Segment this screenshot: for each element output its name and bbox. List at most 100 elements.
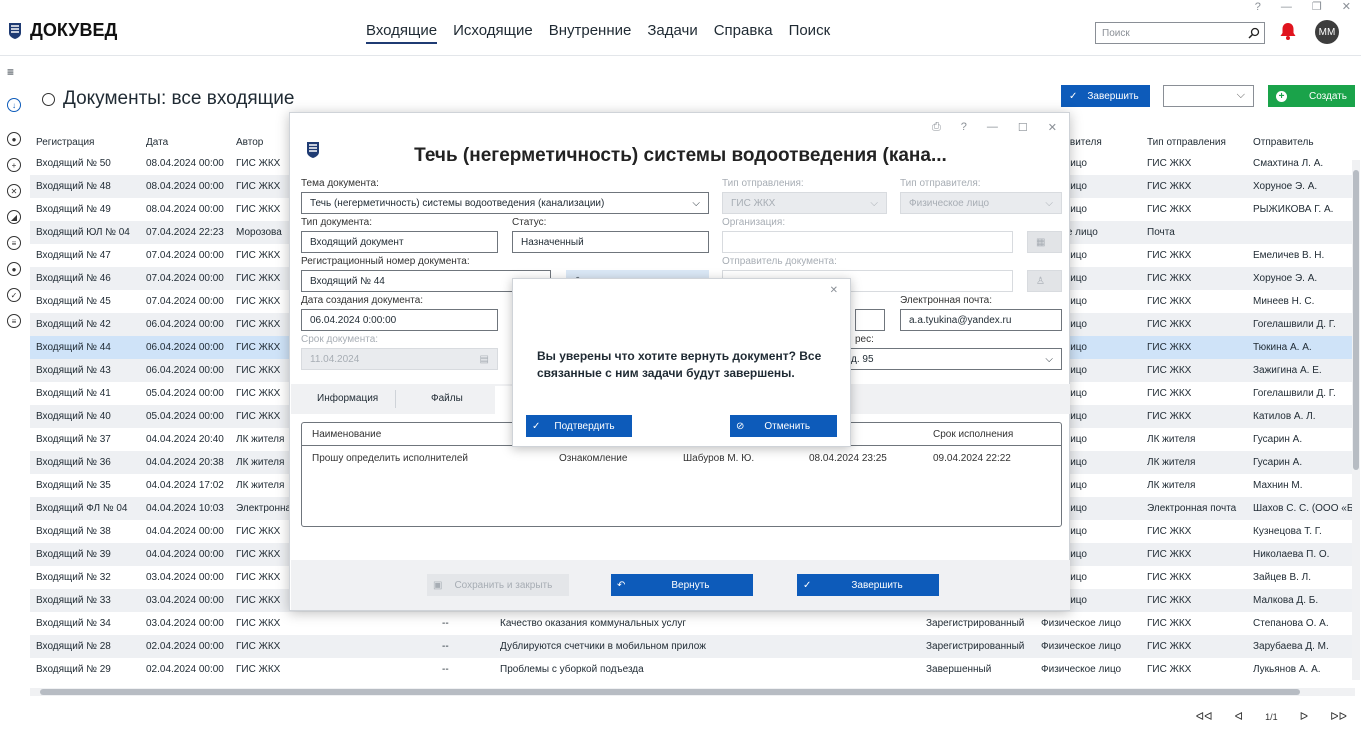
confirm-ok-button[interactable]: ✓ Подтвердить: [526, 415, 632, 437]
next-page-button[interactable]: ᐅ: [1300, 710, 1308, 723]
table-cell: Входящий № 48: [30, 175, 140, 198]
table-cell: Зарегистрированный: [926, 618, 1025, 629]
sidebar-incoming-icon[interactable]: ↓: [7, 98, 21, 112]
close-window-button[interactable]: ✕: [1342, 0, 1351, 14]
tab-files[interactable]: Файлы: [431, 393, 463, 404]
table-cell: ГИС ЖКХ: [1141, 589, 1247, 612]
horizontal-scroll-thumb[interactable]: [40, 689, 1300, 695]
restore-button[interactable]: ❐: [1312, 0, 1322, 14]
nav-incoming[interactable]: Входящие: [366, 22, 438, 44]
check-icon: ✓: [803, 579, 812, 591]
first-page-button[interactable]: ᐊᐊ: [1196, 710, 1213, 723]
nav-tasks[interactable]: Задачи: [647, 22, 697, 44]
table-cell: ГИС ЖКХ: [1147, 618, 1192, 629]
undo-icon: ↶: [617, 579, 626, 591]
nav-help[interactable]: Справка: [714, 22, 773, 44]
table-cell: Входящий № 43: [30, 359, 140, 382]
sidebar-list-icon[interactable]: ≡: [7, 314, 21, 328]
table-cell: 07.04.2024 00:00: [140, 267, 230, 290]
create-label: Создать: [1309, 90, 1348, 102]
table-cell: --: [442, 664, 449, 675]
table-cell: Входящий № 40: [30, 405, 140, 428]
last-page-button[interactable]: ᐅᐅ: [1330, 710, 1347, 723]
sidebar-compass-icon[interactable]: ◢: [7, 210, 21, 224]
column-header[interactable]: Дата: [140, 132, 230, 152]
created-field[interactable]: 06.04.2024 0:00:00: [301, 309, 498, 331]
email-label: Электронная почта:: [900, 295, 993, 306]
minimize-button[interactable]: —: [1281, 0, 1292, 14]
sidebar-cancel-icon[interactable]: ✕: [7, 184, 21, 198]
sidebar-add-icon[interactable]: +: [7, 158, 21, 172]
sidebar-all-icon[interactable]: ●: [7, 132, 21, 146]
prev-page-button[interactable]: ᐊ: [1235, 710, 1243, 723]
table-cell: 04.04.2024 10:03: [140, 497, 230, 520]
dialog-maximize-button[interactable]: ☐: [1018, 121, 1028, 134]
subject-field[interactable]: Течь (негерметичность) системы водоотвед…: [301, 192, 709, 214]
table-row[interactable]: Входящий № 34 03.04.2024 00:00 ГИС ЖКХ -- Ка…: [30, 612, 1355, 635]
table-cell: ГИС ЖКХ: [230, 635, 318, 658]
search-input[interactable]: Поиск: [1095, 22, 1265, 44]
cancel-icon: ⊘: [736, 420, 745, 432]
phone-field[interactable]: [855, 309, 885, 331]
user-avatar[interactable]: ММ: [1315, 20, 1339, 44]
table-cell: Физическое лицо: [1041, 618, 1122, 629]
dialog-minimize-button[interactable]: —: [987, 121, 998, 134]
sidebar-check-icon[interactable]: ✓: [7, 288, 21, 302]
address-field[interactable]: д. 95 ⌵: [842, 348, 1062, 370]
regnum-value: Входящий № 44: [310, 275, 385, 287]
column-header[interactable]: Отправитель: [1247, 132, 1355, 152]
column-header[interactable]: Регистрация: [30, 132, 140, 152]
building-icon: ▦: [1036, 236, 1046, 248]
vertical-scroll-thumb[interactable]: [1353, 170, 1359, 470]
table-cell: Входящий № 46: [30, 267, 140, 290]
vertical-scrollbar[interactable]: [1352, 160, 1360, 680]
finish-button[interactable]: ✓ Завершить: [797, 574, 939, 596]
table-cell: Входящий № 41: [36, 388, 111, 399]
app-logo[interactable]: ДОКУВЕД: [8, 20, 117, 41]
dialog-close-button[interactable]: ✕: [1048, 121, 1057, 134]
print-icon[interactable]: ⎙: [932, 121, 941, 134]
column-header[interactable]: Тип отправления: [1141, 132, 1247, 152]
return-button[interactable]: ↶ Вернуть: [611, 574, 753, 596]
email-field[interactable]: a.a.tyukina@yandex.ru: [900, 309, 1062, 331]
table-cell: Входящий № 39: [30, 543, 140, 566]
sidebar-record-icon[interactable]: ●: [7, 262, 21, 276]
table-cell: Входящий № 49: [36, 204, 111, 215]
filter-select[interactable]: ⌵: [1163, 85, 1254, 107]
sidebar-stack-icon[interactable]: ≡: [7, 236, 21, 250]
table-row[interactable]: Входящий № 29 02.04.2024 00:00 ГИС ЖКХ -- Пр…: [30, 658, 1355, 681]
table-cell: ГИС ЖКХ: [1147, 526, 1192, 537]
top-bar: ДОКУВЕД Входящие Исходящие Внутренние За…: [0, 14, 1361, 54]
confirm-cancel-button[interactable]: ⊘ Отменить: [730, 415, 837, 437]
finish-toolbar-button[interactable]: ✓ Завершить: [1061, 85, 1150, 107]
table-cell: Входящий № 36: [30, 451, 140, 474]
confirm-dialog: ✕ Вы уверены что хотите вернуть документ…: [512, 278, 851, 447]
table-cell: ГИС ЖКХ: [236, 664, 281, 675]
horizontal-scrollbar[interactable]: [30, 688, 1355, 696]
table-cell: [1247, 221, 1355, 244]
return-label: Вернуть: [671, 579, 710, 591]
menu-icon[interactable]: ≡: [7, 66, 21, 78]
status-value: Назначенный: [521, 236, 584, 248]
chevron-down-icon: ⌵: [1045, 197, 1053, 209]
dialog-help-button[interactable]: ?: [961, 121, 967, 134]
page-title-icon: [42, 92, 55, 106]
tab-info[interactable]: Информация: [317, 393, 378, 404]
create-button[interactable]: + Создать: [1268, 85, 1355, 107]
nav-search[interactable]: Поиск: [789, 22, 831, 44]
search-icon[interactable]: [1248, 27, 1260, 39]
help-window-button[interactable]: ?: [1255, 0, 1261, 14]
table-cell: Малкова Д. Б.: [1247, 589, 1355, 612]
table-cell: ГИС ЖКХ: [1141, 543, 1247, 566]
confirm-close-button[interactable]: ✕: [830, 285, 838, 296]
table-cell: ГИС ЖКХ: [1141, 175, 1247, 198]
table-cell: ГИС ЖКХ: [236, 618, 281, 629]
status-field[interactable]: Назначенный: [512, 231, 709, 253]
nav-outgoing[interactable]: Исходящие: [453, 22, 533, 44]
table-cell: Степанова О. А.: [1253, 618, 1329, 629]
nav-internal[interactable]: Внутренние: [549, 22, 632, 44]
table-row[interactable]: Входящий № 28 02.04.2024 00:00 ГИС ЖКХ -- Ду…: [30, 635, 1355, 658]
doctype-field[interactable]: Входящий документ: [301, 231, 498, 253]
task-type: Ознакомление: [559, 453, 628, 464]
bell-icon[interactable]: [1279, 21, 1297, 41]
